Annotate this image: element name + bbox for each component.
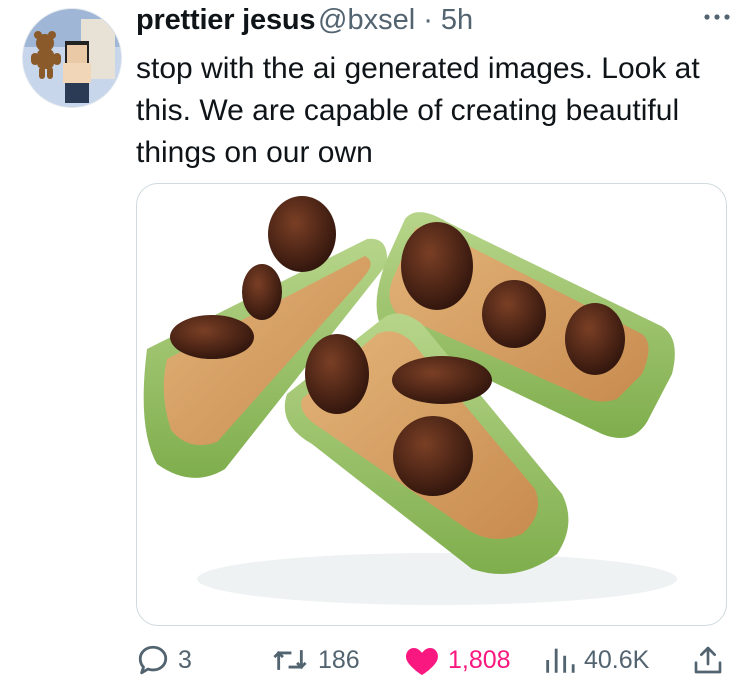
retweet-button[interactable]: 186 [270, 640, 360, 680]
action-bar: 3 186 1,808 40.6K [136, 640, 736, 680]
like-button[interactable]: 1,808 [404, 640, 511, 680]
like-icon [406, 648, 438, 675]
author-name[interactable]: prettier jesus [136, 4, 316, 37]
more-icon[interactable] [702, 10, 732, 24]
like-count: 1,808 [448, 645, 511, 674]
views-count: 40.6K [584, 645, 650, 674]
share-button[interactable] [692, 640, 724, 680]
retweet-count: 186 [318, 645, 360, 674]
tweet-image[interactable] [136, 183, 727, 626]
views-icon [546, 648, 575, 673]
share-icon [694, 646, 722, 674]
handle-time[interactable]: @bxsel · 5h [318, 4, 473, 37]
views-button[interactable]: 40.6K [542, 640, 649, 680]
retweet-icon [273, 650, 307, 670]
reply-button[interactable]: 3 [136, 640, 192, 680]
reply-icon [138, 645, 168, 675]
avatar[interactable] [22, 8, 122, 108]
tweet-text: stop with the ai generated images. Look … [136, 52, 700, 169]
reply-count: 3 [178, 645, 192, 674]
